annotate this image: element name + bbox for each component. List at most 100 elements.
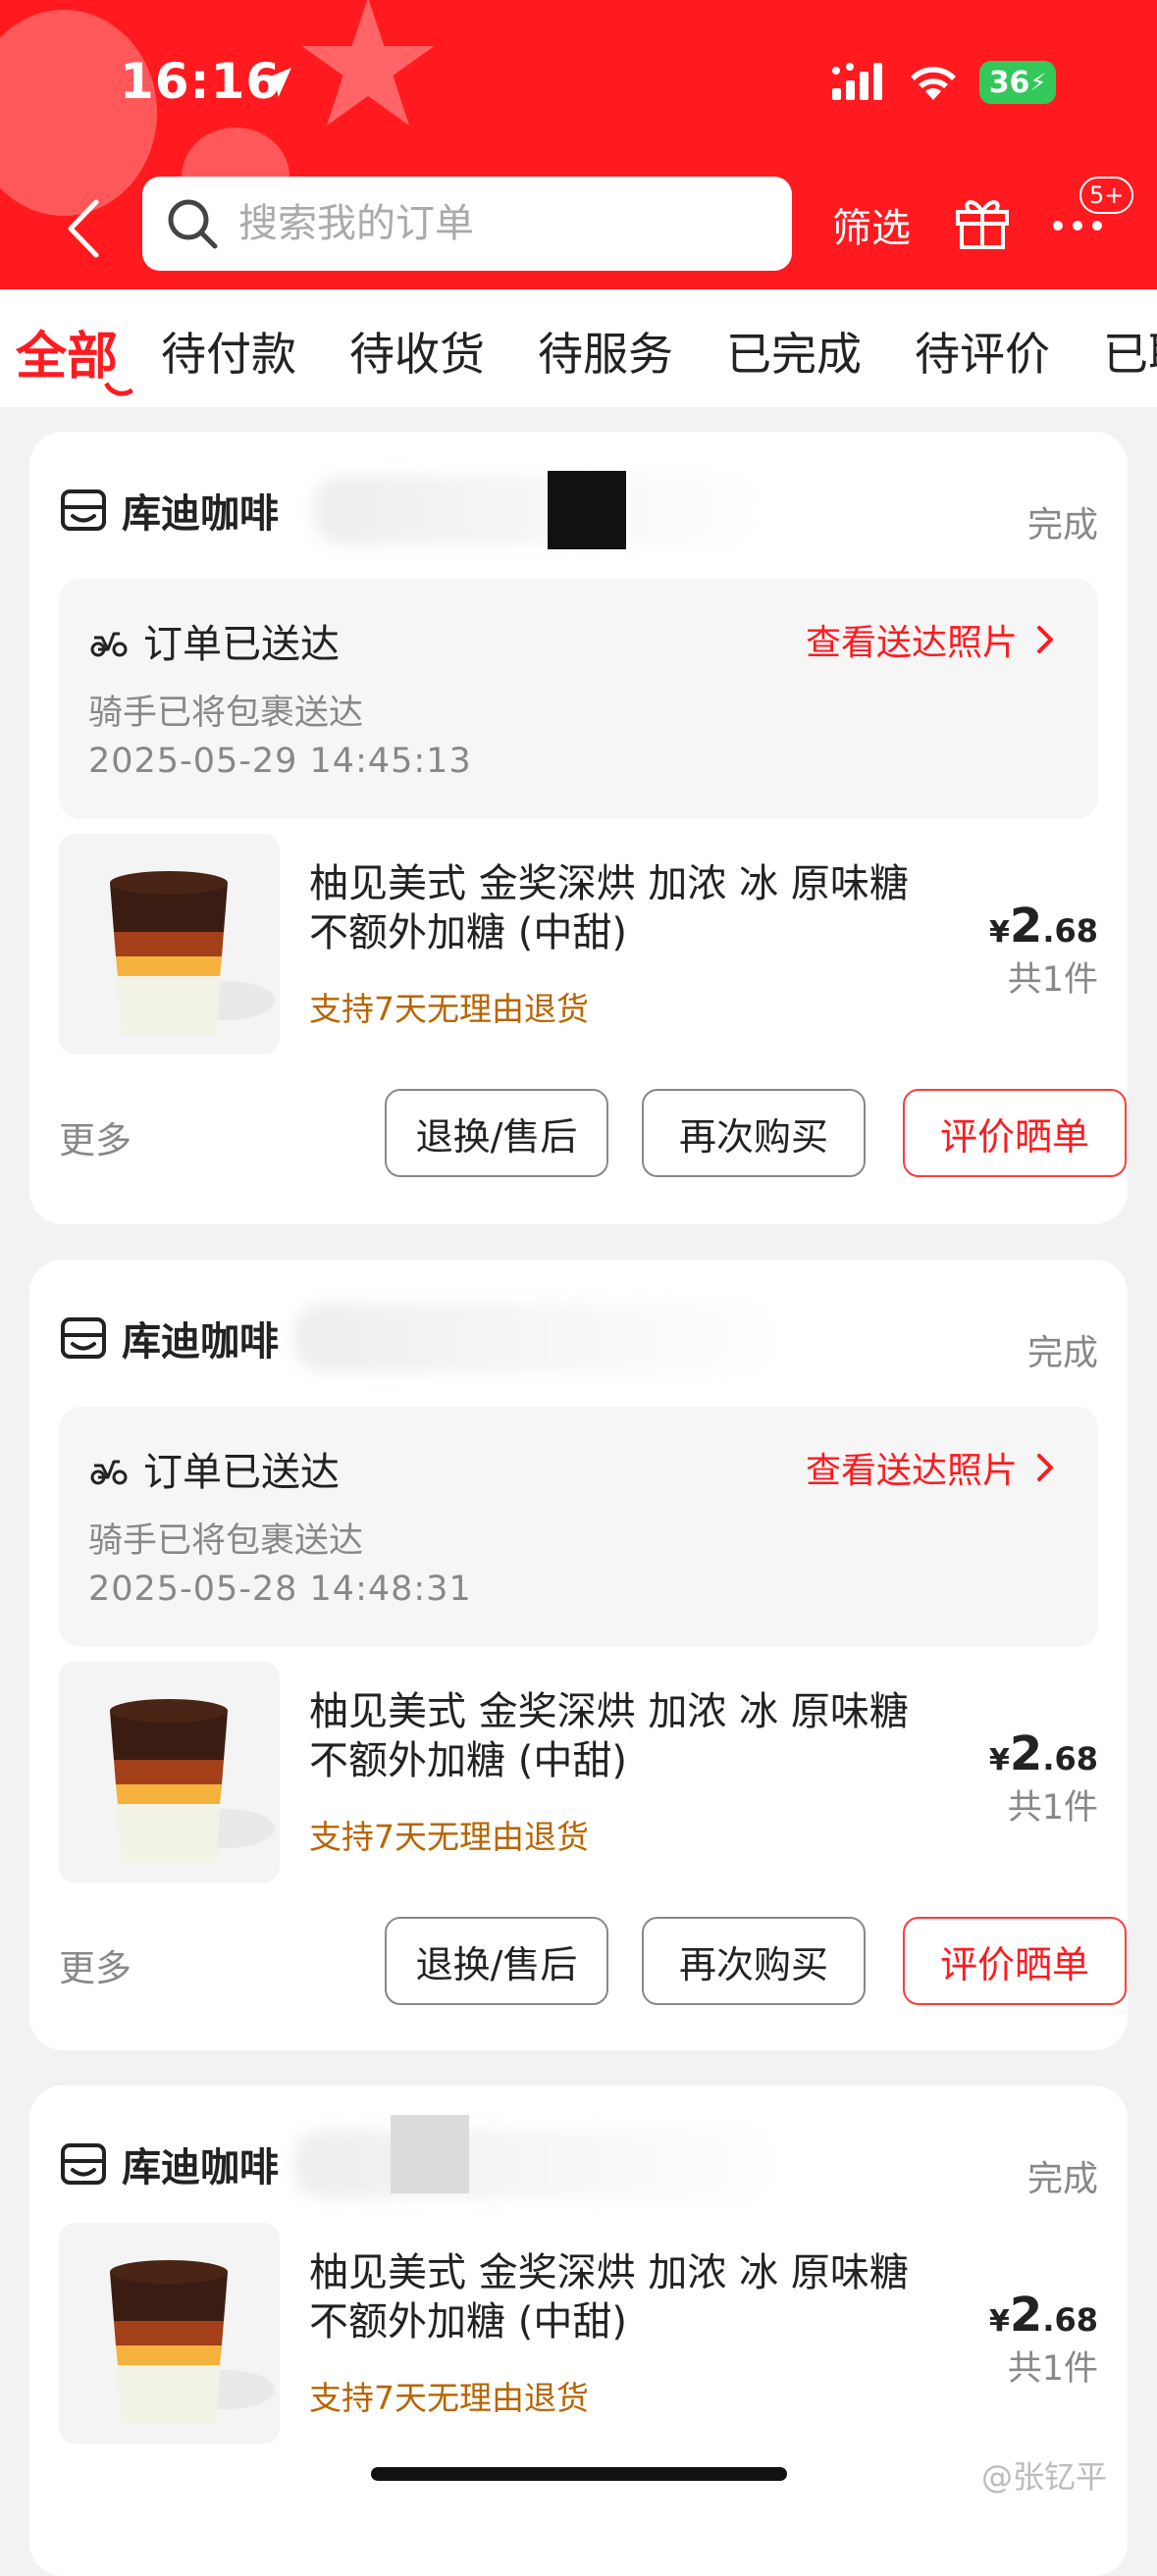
product-row[interactable]: 柚见美式 金奖深烘 加浓 冰 原味糖 不额外加糖 (中甜) 支持7天无理由退货 … <box>59 1662 1098 1882</box>
review-button[interactable]: 评价晒单 <box>903 1917 1127 2005</box>
redacted-block <box>548 471 626 549</box>
order-tabs: 全部 待付款 待收货 待服务 已完成 待评价 已取 <box>0 289 1157 407</box>
chevron-right-icon <box>1037 626 1053 653</box>
product-image <box>59 1662 280 1882</box>
tab-pending-service[interactable]: 待服务 <box>538 319 673 384</box>
photo-link-label: 查看送达照片 <box>805 623 1018 663</box>
store-icon <box>61 489 106 531</box>
return-policy-tag: 支持7天无理由退货 <box>309 2379 589 2417</box>
product-price: ¥2.68 <box>989 2288 1098 2343</box>
product-name: 柚见美式 金奖深烘 加浓 冰 原味糖 不额外加糖 (中甜) <box>309 1689 909 1783</box>
product-price: ¥2.68 <box>989 899 1098 953</box>
order-card[interactable]: 库迪咖啡 完成 订单已送达 骑手已将包裹送达 2025-05-28 14:48:… <box>29 1260 1128 2050</box>
order-card[interactable]: 库迪咖啡 完成 订单已送达 骑手已将包裹送达 2025-05-29 14:45:… <box>29 432 1128 1224</box>
status-bar: 16:16 36 ⚡ <box>0 0 1157 167</box>
return-policy-tag: 支持7天无理由退货 <box>309 1818 589 1856</box>
store-icon <box>61 1317 106 1359</box>
gift-icon[interactable] <box>952 190 1013 251</box>
iced-coffee-cup-icon <box>110 2260 275 2424</box>
search-icon <box>168 199 218 249</box>
photo-link-label: 查看送达照片 <box>805 1451 1018 1491</box>
scooter-icon <box>90 1460 128 1485</box>
wifi-icon <box>911 67 956 100</box>
iced-coffee-cup-icon <box>110 871 275 1035</box>
product-row[interactable]: 柚见美式 金奖深烘 加浓 冰 原味糖 不额外加糖 (中甜) 支持7天无理由退货 … <box>59 834 1098 1055</box>
charging-icon: ⚡ <box>1029 69 1047 96</box>
rebuy-button[interactable]: 再次购买 <box>642 1917 866 2005</box>
store-name: 库迪咖啡 <box>122 1319 279 1365</box>
store-row[interactable]: 库迪咖啡 <box>59 2135 279 2193</box>
store-name: 库迪咖啡 <box>122 491 279 537</box>
redacted-block <box>391 2115 469 2193</box>
search-bar[interactable] <box>142 177 792 271</box>
header-background: 16:16 36 ⚡ 搜索我的订单 筛选 5+ <box>0 0 1157 289</box>
delivery-info: 订单已送达 骑手已将包裹送达 2025-05-28 14:48:31 查看送达照… <box>59 1407 1098 1647</box>
search-input[interactable] <box>238 201 768 246</box>
price-integer: 2 <box>1009 2288 1043 2343</box>
product-quantity: 共1件 <box>1007 960 1098 1000</box>
home-indicator[interactable] <box>371 2467 787 2481</box>
order-actions: 更多 退换/售后 再次购买 评价晒单 <box>59 1089 1127 1177</box>
delivery-title: 订单已送达 <box>143 622 340 667</box>
product-image <box>59 2223 280 2444</box>
product-quantity: 共1件 <box>1007 2349 1098 2389</box>
tab-cancelled[interactable]: 已取 <box>1103 319 1157 384</box>
store-name: 库迪咖啡 <box>122 2145 279 2190</box>
store-icon <box>61 2143 106 2185</box>
watermark: @张钇平 <box>981 2458 1108 2496</box>
delivery-time: 2025-05-28 14:48:31 <box>88 1570 472 1609</box>
view-delivery-photo-link[interactable]: 查看送达照片 <box>806 614 1059 665</box>
chevron-right-icon <box>1037 1454 1053 1481</box>
battery-indicator: 36 ⚡ <box>979 61 1056 104</box>
delivery-time: 2025-05-29 14:45:13 <box>88 742 472 781</box>
tab-completed[interactable]: 已完成 <box>726 319 862 384</box>
product-image <box>59 834 280 1055</box>
delivery-info: 订单已送达 骑手已将包裹送达 2025-05-29 14:45:13 查看送达照… <box>59 579 1098 819</box>
tab-pending-receipt[interactable]: 待收货 <box>349 319 485 384</box>
filter-button[interactable]: 筛选 <box>832 196 911 253</box>
rebuy-button[interactable]: 再次购买 <box>642 1089 866 1177</box>
scooter-icon <box>90 632 128 657</box>
redacted-blur <box>314 476 765 544</box>
redacted-blur <box>294 2130 785 2198</box>
battery-level: 36 <box>988 65 1030 100</box>
product-name: 柚见美式 金奖深烘 加浓 冰 原味糖 不额外加糖 (中甜) <box>309 2250 909 2344</box>
more-link[interactable]: 更多 <box>59 1110 131 1163</box>
order-status: 完成 <box>1026 2159 1098 2199</box>
nav-bar: 筛选 5+ <box>0 167 1157 289</box>
message-count-badge: 5+ <box>1079 177 1134 214</box>
review-button[interactable]: 评价晒单 <box>903 1089 1127 1177</box>
price-currency: ¥ <box>989 915 1010 950</box>
tab-pending-review[interactable]: 待评价 <box>915 319 1050 384</box>
delivery-title: 订单已送达 <box>143 1450 340 1495</box>
order-card[interactable]: 库迪咖啡 完成 柚见美式 金奖深烘 加浓 冰 原味糖 不额外加糖 (中甜) 支持… <box>29 2086 1128 2576</box>
order-actions: 更多 退换/售后 再次购买 评价晒单 <box>59 1917 1127 2005</box>
store-row[interactable]: 库迪咖啡 <box>59 1309 279 1367</box>
after-sale-button[interactable]: 退换/售后 <box>385 1089 608 1177</box>
product-quantity: 共1件 <box>1007 1788 1098 1828</box>
price-integer: 2 <box>1009 1726 1043 1781</box>
price-decimal: .68 <box>1042 1740 1098 1777</box>
product-name: 柚见美式 金奖深烘 加浓 冰 原味糖 不额外加糖 (中甜) <box>309 861 909 955</box>
after-sale-button[interactable]: 退换/售后 <box>385 1917 608 2005</box>
price-decimal: .68 <box>1042 2301 1098 2339</box>
order-status: 完成 <box>1026 1333 1098 1373</box>
delivery-subtitle: 骑手已将包裹送达 <box>88 694 364 733</box>
return-policy-tag: 支持7天无理由退货 <box>309 990 589 1028</box>
price-decimal: .68 <box>1042 912 1098 950</box>
back-chevron-icon[interactable] <box>61 194 110 263</box>
price-currency: ¥ <box>989 1743 1010 1777</box>
tab-pending-payment[interactable]: 待付款 <box>161 319 296 384</box>
store-row[interactable]: 库迪咖啡 <box>59 481 279 540</box>
order-status: 完成 <box>1026 505 1098 545</box>
delivery-subtitle: 骑手已将包裹送达 <box>88 1521 364 1561</box>
more-link[interactable]: 更多 <box>59 1938 131 1991</box>
product-price: ¥2.68 <box>989 1726 1098 1781</box>
price-currency: ¥ <box>989 2304 1010 2339</box>
cellular-signal-icon <box>832 63 882 100</box>
redacted-blur <box>294 1304 785 1372</box>
tab-all[interactable]: 全部 <box>16 315 118 388</box>
price-integer: 2 <box>1009 899 1043 953</box>
view-delivery-photo-link[interactable]: 查看送达照片 <box>806 1442 1059 1493</box>
product-row[interactable]: 柚见美式 金奖深烘 加浓 冰 原味糖 不额外加糖 (中甜) 支持7天无理由退货 … <box>59 2223 1098 2444</box>
